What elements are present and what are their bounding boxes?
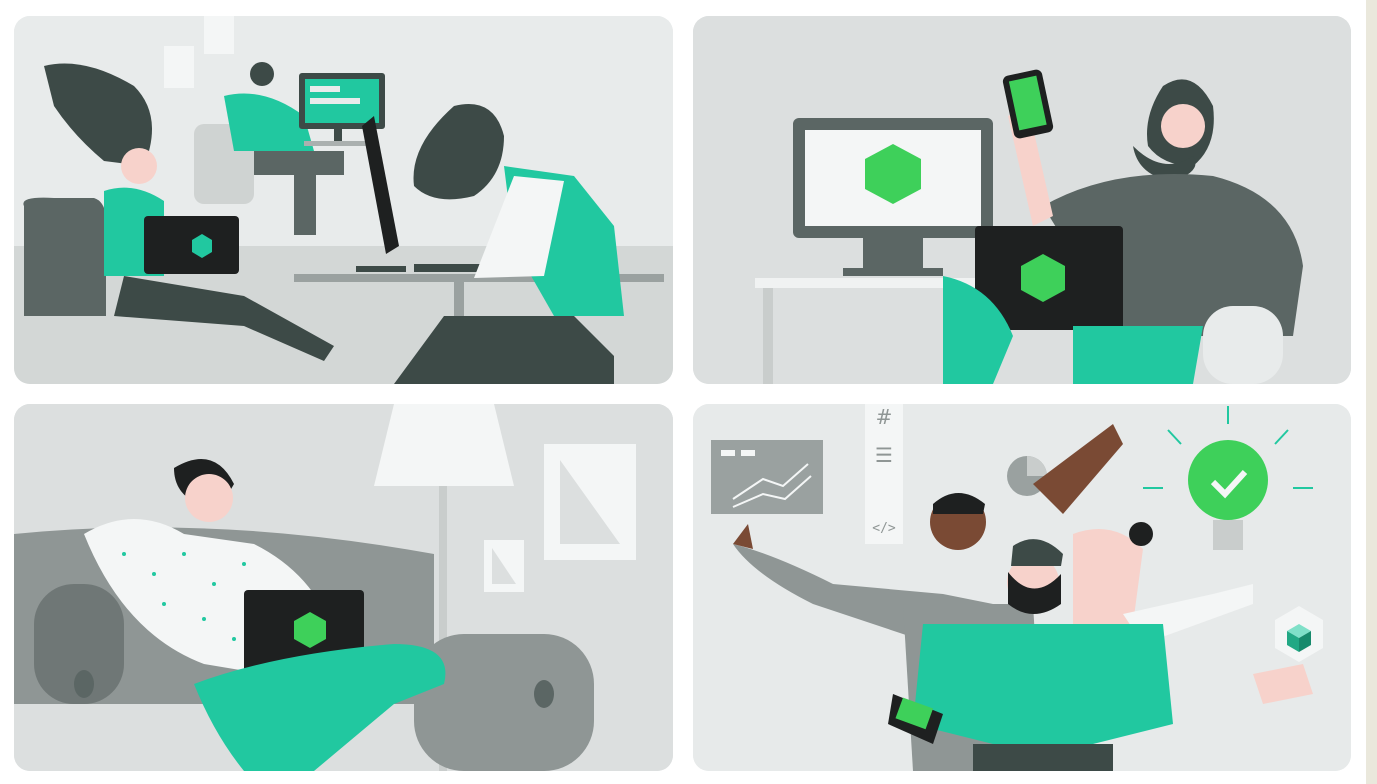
paper-note: [164, 46, 194, 88]
couch-illustration: [14, 404, 673, 771]
floor-lamp: [374, 404, 514, 486]
armchair: [23, 197, 106, 316]
office-team-illustration: [14, 16, 673, 384]
hash-icon: #: [876, 405, 893, 429]
paper-note: [204, 16, 234, 54]
panel-developer-phone: [693, 16, 1351, 384]
laptop: [144, 216, 239, 274]
lightbulb-icon: [1188, 440, 1268, 520]
celebration-illustration: # ☰ </>: [693, 404, 1351, 771]
developer-illustration: [693, 16, 1351, 384]
panel-couch-relax: [14, 404, 673, 771]
panel-office-team: [14, 16, 673, 384]
code-icon: </>: [872, 521, 896, 536]
list-icon: ☰: [875, 443, 893, 467]
illustration-frame: # ☰ </>: [0, 0, 1366, 784]
panel-team-celebrating: # ☰ </>: [693, 404, 1351, 771]
